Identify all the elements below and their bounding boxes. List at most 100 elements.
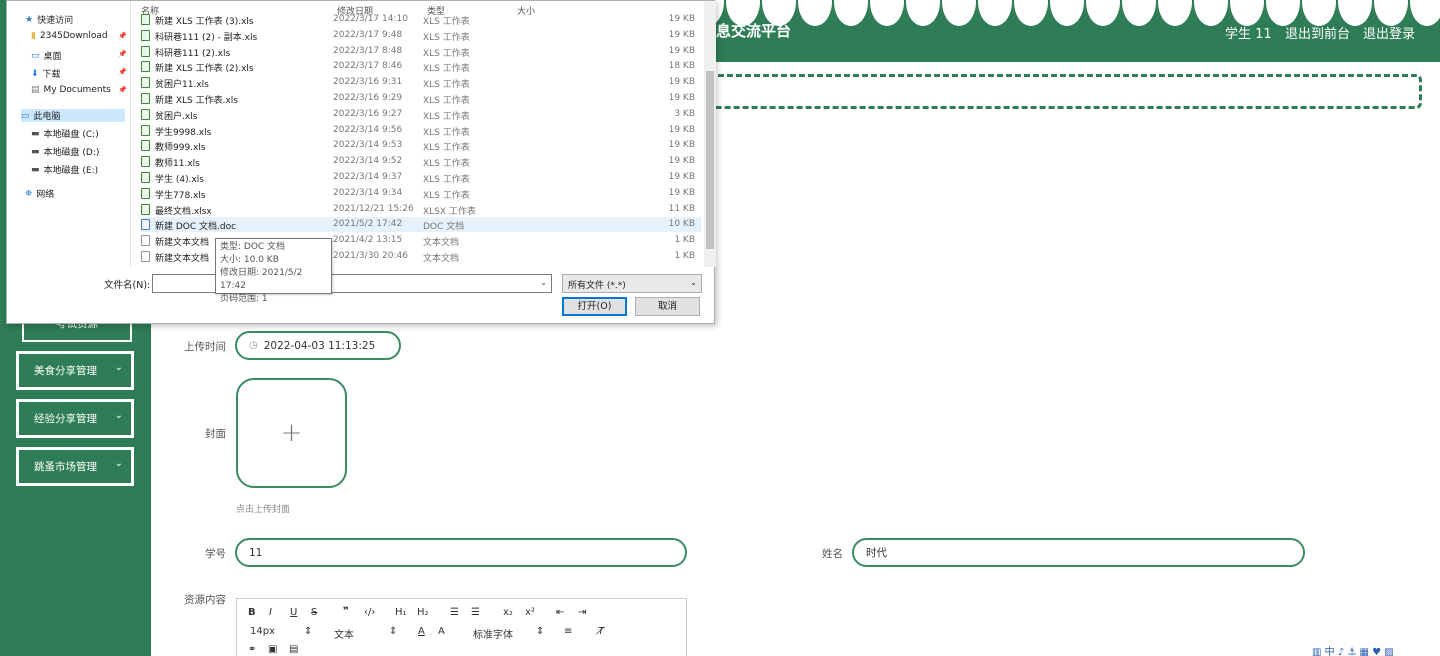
sidebar-item-flea-market[interactable]: 跳蚤市场管理 ⌄	[16, 447, 134, 486]
cover-label: 封面	[205, 428, 226, 440]
user-label[interactable]: 学生 11	[1225, 23, 1272, 42]
file-name: 新建文本文档	[155, 254, 210, 264]
italic-icon[interactable]: I	[269, 607, 272, 618]
ordered-list-icon[interactable]: ☰	[450, 607, 459, 618]
file-row[interactable]: 新建 XLS 工作表.xls 2022/3/16 9:29 XLS 工作表 19 KB	[141, 91, 701, 106]
tooltip-pages: 页码范围: 1	[220, 294, 268, 304]
heading1-icon[interactable]: H₁	[395, 607, 407, 618]
strike-icon[interactable]: S	[311, 607, 317, 618]
student-no-input[interactable]: 11	[235, 538, 687, 567]
nav-item-label: 网络	[36, 190, 55, 200]
nav-item[interactable]: ▭ 此电脑	[21, 109, 125, 122]
quote-icon[interactable]: ❞	[343, 606, 349, 617]
excel-file-icon	[141, 203, 150, 215]
scallop	[798, 0, 832, 26]
nav-item[interactable]: ▤ My Documents	[31, 85, 111, 95]
file-row[interactable]: 贫困户.xls 2022/3/16 9:27 XLS 工作表 3 KB	[141, 107, 701, 122]
nav-item[interactable]: ⬇ 下载	[31, 67, 61, 81]
file-row[interactable]: 贫困户11.xls 2022/3/16 9:31 XLS 工作表 19 KB	[141, 75, 701, 90]
file-row[interactable]: 教师999.xls 2022/3/14 9:53 XLS 工作表 19 KB	[141, 138, 701, 153]
upload-time-input[interactable]: ◷ 2022-04-03 11:13:25	[235, 331, 401, 360]
file-row[interactable]: 学生 (4).xls 2022/3/14 9:37 XLS 工作表 19 KB	[141, 170, 701, 185]
file-size: 19 KB	[668, 172, 695, 182]
superscript-icon[interactable]: x²	[525, 607, 535, 618]
chevron-down-icon: ⇕	[304, 626, 313, 637]
chevron-down-icon[interactable]: ⌄	[540, 278, 547, 287]
chevron-down-icon: ⇕	[389, 626, 398, 637]
file-size: 19 KB	[668, 156, 695, 167]
video-icon[interactable]: ▤	[289, 644, 298, 655]
text-type-select[interactable]: 文本	[334, 626, 354, 641]
scallop	[834, 0, 868, 26]
file-name: 新建文本文档	[155, 238, 210, 249]
font-family-select[interactable]: 标准字体	[473, 626, 513, 641]
file-row[interactable]: 科研巷111 (2) - 副本.xls 2022/3/17 9:48 XLS 工作表…	[141, 28, 701, 43]
file-row[interactable]: 学生778.xls 2022/3/14 9:34 XLS 工作表 19 KB	[141, 186, 701, 201]
file-type: XLS 工作表	[423, 143, 470, 154]
rich-text-editor[interactable]: B I U S ❞ ‹/› H₁ H₂ ☰ ☰ x₂ x² ⇤ ⇥ 14px ⇕…	[236, 598, 687, 656]
file-row[interactable]: 新建 XLS 工作表 (3).xls 2022/3/17 14:10 XLS 工作表…	[141, 12, 701, 27]
name-input[interactable]: 时代	[852, 538, 1305, 567]
filename-label: 文件名(N):	[104, 280, 151, 291]
file-size: 1 KB	[674, 235, 695, 246]
outdent-icon[interactable]: ⇤	[556, 607, 564, 618]
file-row[interactable]: 新建 XLS 工作表 (2).xls 2022/3/17 8:46 XLS 工作表 1…	[141, 59, 701, 74]
clear-format-icon[interactable]: T̸	[598, 626, 604, 637]
file-size: 18 KB	[668, 61, 695, 72]
file-type: XLS 工作表	[423, 96, 470, 106]
underline-icon[interactable]: U	[290, 607, 297, 618]
nav-item[interactable]: ▬ 本地磁盘 (C:)	[31, 127, 99, 141]
file-type: DOC 文档	[423, 222, 465, 233]
background-color-icon[interactable]: A	[438, 626, 445, 637]
file-date: 2022/3/17 8:46	[333, 61, 403, 72]
bullet-list-icon[interactable]: ☰	[471, 607, 480, 618]
scallop	[1014, 0, 1048, 26]
file-date: 2022/3/16 9:29	[333, 93, 403, 103]
filename-input[interactable]: ⌄	[152, 274, 552, 293]
nav-item[interactable]: ▭ 桌面	[31, 49, 62, 63]
sidebar-item-experience-share[interactable]: 经验分享管理 ⌄	[16, 399, 134, 438]
file-row[interactable]: 学生9998.xls 2022/3/14 9:56 XLS 工作表 19 KB	[141, 123, 701, 138]
subscript-icon[interactable]: x₂	[503, 607, 513, 618]
nav-item[interactable]: ▬ 本地磁盘 (E:)	[31, 163, 98, 177]
nav-item[interactable]: ⛯ 网络	[25, 187, 55, 201]
cancel-button[interactable]: 取消	[635, 297, 700, 316]
file-name: 教师999.xls	[155, 143, 206, 154]
nav-item[interactable]: ▬ 本地磁盘 (D:)	[31, 145, 99, 159]
link-icon[interactable]: ⚭	[248, 644, 256, 655]
drive-icon: ▬	[31, 146, 40, 157]
file-row[interactable]: 科研巷111 (2).xls 2022/3/17 8:48 XLS 工作表 19 KB	[141, 44, 701, 59]
code-icon[interactable]: ‹/›	[364, 607, 375, 618]
text-file-icon	[141, 235, 150, 247]
file-row[interactable]: 教师11.xls 2022/3/14 9:52 XLS 工作表 19 KB	[141, 154, 701, 169]
tooltip-size: 大小: 10.0 KB	[220, 255, 279, 265]
file-row[interactable]: 新建 DOC 文档.doc 2021/5/2 17:42 DOC 文档 10 KB	[141, 217, 701, 233]
pin-icon: 📌	[118, 86, 127, 94]
indent-icon[interactable]: ⇥	[578, 607, 586, 618]
image-icon[interactable]: ▣	[268, 644, 277, 655]
sidebar-item-food-share[interactable]: 美食分享管理 ⌄	[16, 351, 134, 390]
back-to-front-link[interactable]: 退出到前台	[1285, 23, 1350, 42]
font-color-icon[interactable]: A	[418, 626, 425, 637]
cover-upload-box[interactable]: +	[236, 378, 347, 488]
upload-time-label: 上传时间	[184, 341, 226, 353]
nav-item[interactable]: ▮ 2345Download	[31, 31, 108, 41]
file-type-filter[interactable]: 所有文件 (*.*) ⌄	[562, 274, 702, 293]
file-type: XLS 工作表	[423, 32, 470, 43]
nav-item[interactable]: ★ 快速访问	[25, 13, 73, 27]
bold-icon[interactable]: B	[248, 607, 256, 618]
excel-file-icon	[141, 93, 150, 104]
heading2-icon[interactable]: H₂	[417, 607, 429, 618]
scrollbar-thumb[interactable]	[706, 71, 714, 249]
font-size-select[interactable]: 14px	[250, 626, 275, 637]
file-date: 2022/3/16 9:31	[333, 77, 403, 88]
file-size: 19 KB	[668, 124, 695, 135]
align-icon[interactable]: ≡	[564, 626, 572, 637]
file-row[interactable]: 最终文档.xlsx 2021/12/21 15:26 XLSX 工作表 11 KB	[141, 202, 701, 217]
logout-link[interactable]: 退出登录	[1363, 23, 1415, 42]
chevron-down-icon: ⌄	[114, 458, 123, 469]
file-type-filter-value: 所有文件 (*.*)	[568, 281, 626, 291]
vertical-scrollbar[interactable]	[704, 1, 716, 267]
file-name: 科研巷111 (2) - 副本.xls	[155, 32, 258, 43]
open-button[interactable]: 打开(O)	[562, 297, 627, 316]
